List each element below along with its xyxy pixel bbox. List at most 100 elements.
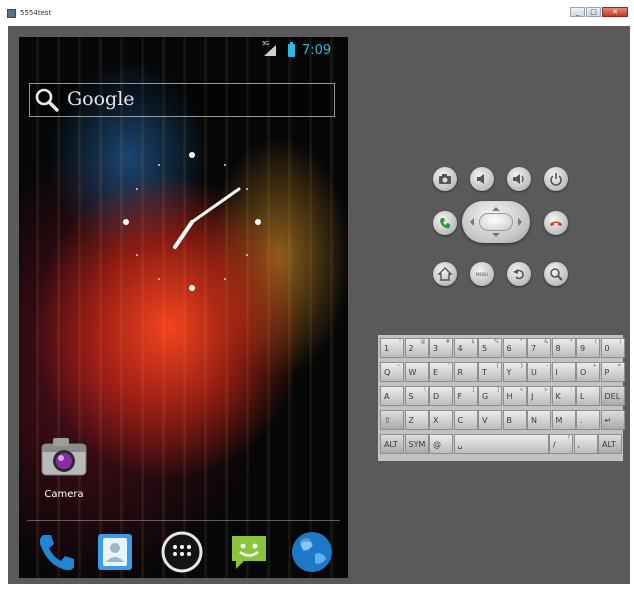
key-label: 9 bbox=[580, 344, 586, 353]
google-search-bar[interactable]: Google bbox=[29, 83, 335, 117]
key-j[interactable]: J > bbox=[527, 386, 551, 406]
key-del[interactable]: DEL bbox=[600, 386, 625, 406]
home-button[interactable] bbox=[433, 262, 457, 286]
dpad[interactable] bbox=[462, 201, 530, 243]
messaging-icon[interactable] bbox=[226, 529, 272, 575]
key-v[interactable]: V bbox=[478, 410, 502, 430]
key-label: X bbox=[433, 416, 439, 425]
dpad-center[interactable] bbox=[479, 213, 513, 231]
maximize-button[interactable]: □ bbox=[586, 7, 601, 17]
key-q[interactable]: Q ~ bbox=[380, 362, 404, 382]
key-f[interactable]: F[ bbox=[453, 386, 478, 406]
dpad-up[interactable] bbox=[492, 203, 500, 211]
key-l[interactable]: L: bbox=[576, 386, 600, 406]
key-1[interactable]: 1! bbox=[380, 338, 404, 358]
key-t[interactable]: T{ bbox=[478, 362, 502, 382]
key-/[interactable]: /? bbox=[549, 434, 573, 454]
key-label: O bbox=[580, 368, 587, 377]
key-a[interactable]: A bbox=[380, 386, 404, 406]
dpad-right[interactable] bbox=[518, 218, 526, 226]
key-d[interactable]: D bbox=[429, 386, 453, 406]
status-bar[interactable]: 3G 7:09 bbox=[19, 37, 348, 61]
volume-up-button[interactable] bbox=[507, 167, 531, 191]
back-button[interactable] bbox=[507, 262, 531, 286]
key-p[interactable]: P = bbox=[600, 362, 625, 382]
key-8[interactable]: 8 * bbox=[551, 338, 576, 358]
key-x[interactable]: X bbox=[429, 410, 453, 430]
key-4[interactable]: 4 $ bbox=[453, 338, 478, 358]
key-label: @ bbox=[433, 440, 441, 449]
end-call-button[interactable] bbox=[544, 211, 568, 235]
dock-divider bbox=[27, 520, 340, 521]
analog-clock-widget[interactable] bbox=[99, 137, 269, 307]
volume-down-button[interactable] bbox=[470, 167, 494, 191]
camera-button[interactable] bbox=[433, 167, 457, 191]
key-space[interactable]: ␣ bbox=[453, 434, 549, 454]
home-screen[interactable]: 3G 7:09 Google Camera bbox=[19, 37, 348, 578]
app-drawer-icon[interactable] bbox=[159, 529, 205, 575]
key-7[interactable]: 7 & bbox=[527, 338, 551, 358]
key-5[interactable]: 5% bbox=[478, 338, 502, 358]
power-button[interactable] bbox=[544, 167, 568, 191]
contacts-icon[interactable] bbox=[92, 529, 138, 575]
key-sym[interactable]: SYM bbox=[404, 434, 429, 454]
key-alt-label: [ bbox=[472, 387, 475, 393]
key-9[interactable]: 9( bbox=[576, 338, 600, 358]
key-label: C bbox=[457, 416, 464, 425]
key-,[interactable]: , bbox=[573, 434, 598, 454]
key-i[interactable]: I bbox=[551, 362, 576, 382]
key-label: A bbox=[384, 392, 390, 401]
key-alt-label: : bbox=[595, 387, 597, 393]
key-u[interactable]: U- bbox=[527, 362, 551, 382]
key-⇧[interactable]: ⇧ bbox=[380, 410, 404, 430]
close-button[interactable]: ✕ bbox=[602, 7, 628, 17]
dpad-left[interactable] bbox=[466, 218, 474, 226]
key-b[interactable]: B bbox=[502, 410, 527, 430]
key-label: 5 bbox=[482, 344, 488, 353]
key-label: . bbox=[580, 416, 583, 425]
key-3[interactable]: 3 # bbox=[429, 338, 453, 358]
key-label: F bbox=[457, 392, 463, 401]
key-c[interactable]: C bbox=[453, 410, 478, 430]
key-h[interactable]: H < bbox=[502, 386, 527, 406]
key-e[interactable]: E " bbox=[429, 362, 453, 382]
camera-app-shortcut[interactable]: Camera bbox=[39, 435, 89, 505]
key-alt[interactable]: ALT bbox=[380, 434, 404, 454]
call-button[interactable] bbox=[433, 211, 457, 235]
camera-app-label: Camera bbox=[44, 489, 84, 500]
key-o[interactable]: O + bbox=[576, 362, 600, 382]
key-r[interactable]: R bbox=[453, 362, 478, 382]
key-n[interactable]: N bbox=[527, 410, 551, 430]
key-@[interactable]: @ bbox=[429, 434, 453, 454]
key-6[interactable]: 6 ^ bbox=[502, 338, 527, 358]
minimize-button[interactable]: _ bbox=[570, 7, 585, 17]
volume-up-icon bbox=[513, 174, 524, 184]
key-label: N bbox=[531, 416, 537, 425]
key-s[interactable]: S \ bbox=[404, 386, 429, 406]
key-↵[interactable]: ↵ bbox=[600, 410, 625, 430]
key-label: 2 bbox=[408, 344, 414, 353]
key-label: ALT bbox=[384, 440, 398, 449]
key-alt-label: * bbox=[570, 339, 573, 345]
search-button[interactable] bbox=[544, 262, 568, 286]
phone-icon[interactable] bbox=[33, 529, 79, 575]
key-.[interactable]: . bbox=[576, 410, 600, 430]
key-alt-label: ( bbox=[595, 339, 597, 345]
key-w[interactable]: W bbox=[404, 362, 429, 382]
key-g[interactable]: G] bbox=[478, 386, 502, 406]
key-k[interactable]: K; bbox=[551, 386, 576, 406]
key-2[interactable]: 2 @ bbox=[404, 338, 429, 358]
home-icon bbox=[437, 267, 453, 281]
menu-button[interactable]: MENU bbox=[470, 262, 494, 286]
app-dock bbox=[19, 525, 348, 578]
key-alt[interactable]: ALT bbox=[598, 434, 622, 454]
key-label: / bbox=[553, 440, 556, 449]
browser-globe-icon[interactable] bbox=[289, 529, 335, 575]
key-z[interactable]: Z bbox=[404, 410, 429, 430]
key-label: U bbox=[531, 368, 537, 377]
key-0[interactable]: 0) bbox=[600, 338, 625, 358]
key-m[interactable]: M bbox=[551, 410, 576, 430]
status-time: 7:09 bbox=[302, 43, 332, 58]
key-y[interactable]: Y} bbox=[502, 362, 527, 382]
dpad-down[interactable] bbox=[492, 233, 500, 241]
